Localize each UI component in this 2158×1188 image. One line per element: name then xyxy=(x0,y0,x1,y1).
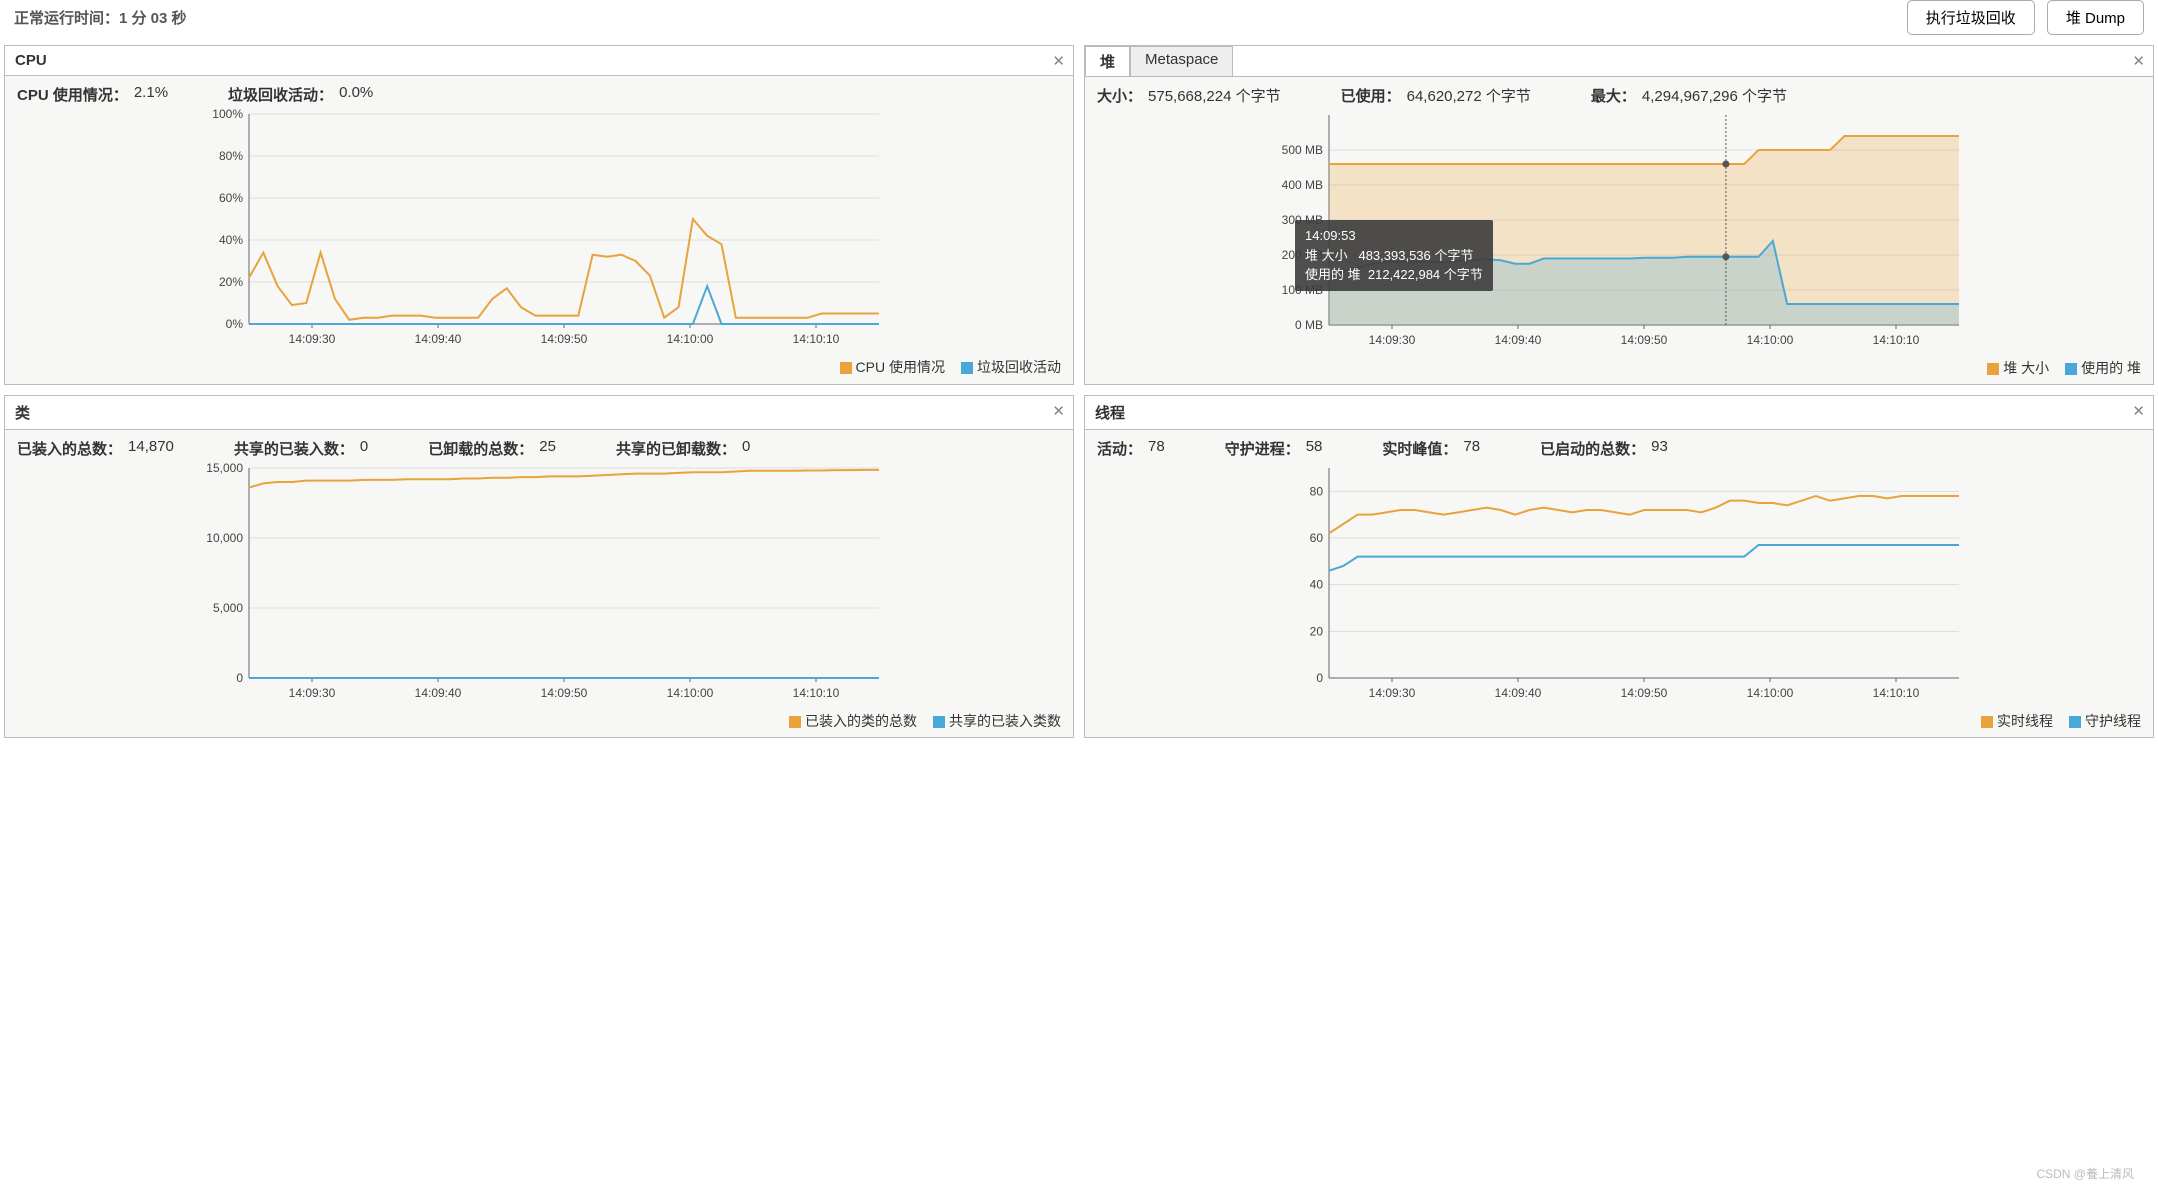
close-icon[interactable]: ✕ xyxy=(1052,52,1065,70)
svg-text:40%: 40% xyxy=(219,233,243,247)
svg-text:100 MB: 100 MB xyxy=(1282,283,1323,297)
classes-shared-unloaded-label: 共享的已卸载数： xyxy=(616,438,736,459)
classes-loaded-label: 已装入的总数： xyxy=(17,438,122,459)
classes-unloaded-label: 已卸载的总数： xyxy=(428,438,533,459)
classes-unloaded-value: 25 xyxy=(539,438,556,459)
legend-item: 共享的已装入类数 xyxy=(933,711,1061,731)
legend-item: 实时线程 xyxy=(1981,711,2053,731)
svg-text:14:10:10: 14:10:10 xyxy=(1873,686,1920,700)
svg-text:14:10:00: 14:10:00 xyxy=(1747,333,1794,347)
threads-started-label: 已启动的总数： xyxy=(1540,438,1645,459)
threads-live-label: 活动： xyxy=(1097,438,1142,459)
legend-item: 堆 大小 xyxy=(1987,358,2049,378)
svg-text:14:09:40: 14:09:40 xyxy=(1495,333,1542,347)
svg-text:80%: 80% xyxy=(219,149,243,163)
svg-text:14:09:40: 14:09:40 xyxy=(415,686,462,700)
close-icon[interactable]: ✕ xyxy=(2132,402,2145,420)
legend-item: 已装入的类的总数 xyxy=(789,711,917,731)
classes-title: 类 xyxy=(15,402,30,423)
threads-title: 线程 xyxy=(1095,402,1125,423)
svg-text:14:09:30: 14:09:30 xyxy=(289,332,336,346)
uptime-label: 正常运行时间：1 分 03 秒 xyxy=(14,7,187,28)
threads-daemon-value: 58 xyxy=(1306,438,1323,459)
svg-text:0: 0 xyxy=(1316,671,1323,685)
svg-text:14:09:30: 14:09:30 xyxy=(1369,686,1416,700)
cpu-gc-value: 0.0% xyxy=(339,84,373,105)
threads-panel: 线程 ✕ 活动： 78 守护进程： 58 实时峰值： 78 已启动的总数： 93 0 20… xyxy=(1084,395,2154,738)
threads-chart[interactable]: 0 20 40 60 80 14:09:30 14:09:40 14:09:50 14:10:0… xyxy=(1093,463,2145,703)
svg-text:0%: 0% xyxy=(226,317,244,331)
gc-button[interactable]: 执行垃圾回收 xyxy=(1907,0,2035,35)
threads-live-value: 78 xyxy=(1148,438,1165,459)
legend-item: CPU 使用情况 xyxy=(840,357,945,377)
threads-daemon-label: 守护进程： xyxy=(1225,438,1300,459)
classes-shared-loaded-label: 共享的已装入数： xyxy=(234,438,354,459)
classes-chart[interactable]: 0 5,000 10,000 15,000 14:09:30 14:09:40 14:09:… xyxy=(13,463,1065,703)
svg-text:14:10:00: 14:10:00 xyxy=(1747,686,1794,700)
svg-text:60%: 60% xyxy=(219,191,243,205)
watermark: CSDN @養上清风 xyxy=(2036,1165,2134,1182)
close-icon[interactable]: ✕ xyxy=(1052,402,1065,420)
cpu-chart[interactable]: 0% 20% 40% 60% 80% 100% 14:09:30 14:09:40 14:09:… xyxy=(13,109,1065,349)
heap-used-label: 已使用： xyxy=(1341,85,1401,106)
svg-text:300 MB: 300 MB xyxy=(1282,213,1323,227)
svg-text:14:10:00: 14:10:00 xyxy=(667,332,714,346)
svg-text:40: 40 xyxy=(1310,578,1324,592)
svg-text:500 MB: 500 MB xyxy=(1282,143,1323,157)
svg-text:200 MB: 200 MB xyxy=(1282,248,1323,262)
svg-text:14:09:50: 14:09:50 xyxy=(541,332,588,346)
cpu-title: CPU xyxy=(15,52,47,69)
heap-max-label: 最大： xyxy=(1591,85,1636,106)
svg-text:80: 80 xyxy=(1310,484,1324,498)
cpu-usage-value: 2.1% xyxy=(134,84,168,105)
svg-text:0: 0 xyxy=(236,671,243,685)
tab-metaspace[interactable]: Metaspace xyxy=(1130,46,1233,76)
svg-text:14:10:00: 14:10:00 xyxy=(667,686,714,700)
classes-shared-unloaded-value: 0 xyxy=(742,438,750,459)
svg-text:20: 20 xyxy=(1310,624,1324,638)
svg-text:14:10:10: 14:10:10 xyxy=(793,332,840,346)
svg-text:14:10:10: 14:10:10 xyxy=(793,686,840,700)
svg-text:20%: 20% xyxy=(219,275,243,289)
svg-text:400 MB: 400 MB xyxy=(1282,178,1323,192)
svg-text:14:09:40: 14:09:40 xyxy=(415,332,462,346)
threads-started-value: 93 xyxy=(1651,438,1668,459)
svg-text:0 MB: 0 MB xyxy=(1295,318,1323,332)
legend-item: 使用的 堆 xyxy=(2065,358,2141,378)
svg-text:100%: 100% xyxy=(212,109,243,121)
close-icon[interactable]: ✕ xyxy=(2132,52,2145,70)
svg-text:14:09:30: 14:09:30 xyxy=(1369,333,1416,347)
svg-text:15,000: 15,000 xyxy=(206,463,243,475)
threads-peak-label: 实时峰值： xyxy=(1382,438,1457,459)
heap-used-value: 64,620,272 个字节 xyxy=(1407,85,1531,106)
heap-panel: 堆 Metaspace ✕ 大小： 575,668,224 个字节 已使用： 64,… xyxy=(1084,45,2154,385)
heap-chart[interactable]: 0 MB 100 MB 200 MB 300 MB 400 MB 500 MB 14:09:… xyxy=(1093,110,2145,350)
classes-panel: 类 ✕ 已装入的总数： 14,870 共享的已装入数： 0 已卸载的总数： 25 共享… xyxy=(4,395,1074,738)
svg-text:14:09:50: 14:09:50 xyxy=(541,686,588,700)
svg-text:14:09:40: 14:09:40 xyxy=(1495,686,1542,700)
legend-item: 垃圾回收活动 xyxy=(961,357,1061,377)
svg-text:14:09:50: 14:09:50 xyxy=(1621,333,1668,347)
heap-max-value: 4,294,967,296 个字节 xyxy=(1642,85,1787,106)
cpu-panel: CPU ✕ CPU 使用情况： 2.1% 垃圾回收活动： 0.0% 0% 20% 40%… xyxy=(4,45,1074,385)
heap-size-label: 大小： xyxy=(1097,85,1142,106)
svg-text:10,000: 10,000 xyxy=(206,531,243,545)
legend-item: 守护线程 xyxy=(2069,711,2141,731)
threads-peak-value: 78 xyxy=(1463,438,1480,459)
svg-text:14:09:30: 14:09:30 xyxy=(289,686,336,700)
heap-size-value: 575,668,224 个字节 xyxy=(1148,85,1281,106)
svg-text:5,000: 5,000 xyxy=(213,601,243,615)
tab-heap[interactable]: 堆 xyxy=(1085,46,1130,76)
cpu-usage-label: CPU 使用情况： xyxy=(17,84,128,105)
svg-text:14:09:50: 14:09:50 xyxy=(1621,686,1668,700)
heap-dump-button[interactable]: 堆 Dump xyxy=(2047,0,2144,35)
svg-text:60: 60 xyxy=(1310,531,1324,545)
cpu-gc-label: 垃圾回收活动： xyxy=(228,84,333,105)
classes-loaded-value: 14,870 xyxy=(128,438,174,459)
svg-text:14:10:10: 14:10:10 xyxy=(1873,333,1920,347)
classes-shared-loaded-value: 0 xyxy=(360,438,368,459)
